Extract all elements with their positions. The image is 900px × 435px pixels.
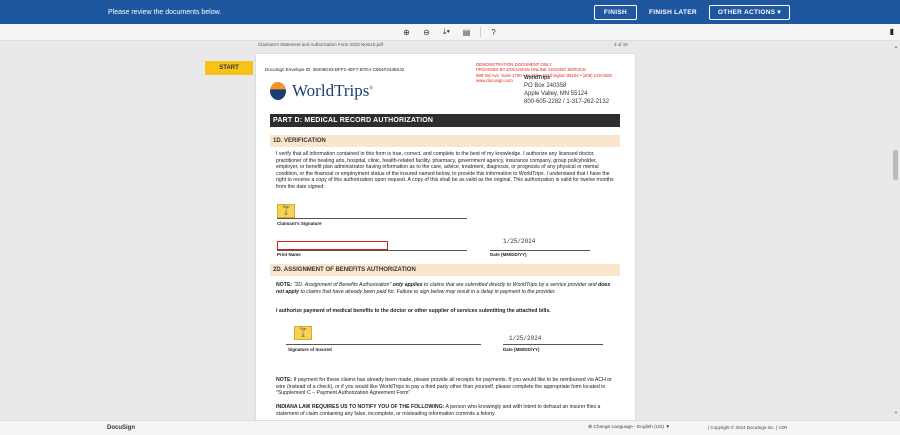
globe-icon bbox=[270, 82, 286, 100]
print-icon[interactable]: ▤ bbox=[462, 28, 472, 37]
print-name-line bbox=[277, 250, 467, 251]
docusign-logo: DocuSign bbox=[107, 425, 135, 431]
date-label-2: Date (MM/DD/YY) bbox=[503, 347, 540, 352]
finish-button[interactable]: FINISH bbox=[593, 4, 637, 20]
date-line-2 bbox=[503, 344, 603, 345]
scrollbar-track[interactable] bbox=[891, 41, 900, 419]
document-info-bar: Claimant's Statement and Authorization F… bbox=[0, 41, 900, 51]
download-arrow-icon: ⤓ bbox=[284, 209, 288, 216]
address-phone: 800-605-2282 / 1-317-262-2132 bbox=[524, 99, 610, 105]
worldtrips-logo: WorldTrips® bbox=[270, 81, 373, 101]
date-line-1 bbox=[490, 250, 590, 251]
print-name-input[interactable] bbox=[277, 241, 388, 250]
claimant-signature-line bbox=[277, 218, 467, 219]
finish-later-button[interactable]: FINISH LATER bbox=[637, 9, 709, 16]
scroll-up-icon[interactable]: ▲ bbox=[894, 44, 898, 49]
zoom-out-icon[interactable]: ⊖ bbox=[422, 28, 432, 37]
insured-sign-tag[interactable]: Sign ⤓ bbox=[294, 326, 312, 340]
copyright-text: | Copyright © 2024 DocuSign Inc. | V2R bbox=[708, 425, 788, 430]
scrollbar-thumb[interactable] bbox=[893, 150, 898, 180]
insured-signature-line bbox=[286, 344, 481, 345]
registered-mark: ® bbox=[369, 86, 374, 92]
insured-signature-label: Signature of Insured bbox=[288, 347, 332, 352]
top-action-bar: Please review the documents below. FINIS… bbox=[0, 0, 900, 24]
date-label-1: Date (MM/DD/YY) bbox=[490, 252, 527, 257]
address-line2: Apple Valley, MN 55124 bbox=[524, 91, 588, 97]
assignment-note: NOTE: "2D. Assignment of Benefits Author… bbox=[276, 282, 611, 295]
claimant-sign-tag[interactable]: Sign ⤓ bbox=[277, 204, 295, 218]
download-icon[interactable]: ⤓▾ bbox=[442, 27, 452, 37]
authorize-payment-text: I authorize payment of medical benefits … bbox=[276, 308, 551, 314]
envelope-id: DocuSign Envelope ID: 38406D33-BFF2-4EF7… bbox=[265, 67, 405, 72]
other-actions-button[interactable]: OTHER ACTIONS ▾ bbox=[708, 4, 790, 20]
page-counter: 3 of 10 bbox=[614, 42, 628, 47]
scroll-down-icon[interactable]: ▼ bbox=[894, 410, 898, 415]
date-field-1[interactable]: 1/25/2024 bbox=[503, 238, 535, 245]
toolbar-divider bbox=[479, 27, 481, 37]
review-message: Please review the documents below. bbox=[108, 8, 222, 16]
claimant-signature-label: Claimant's Signature bbox=[277, 221, 322, 226]
change-language-link[interactable]: ⊕ Change Language - English (US) ▼ bbox=[588, 425, 670, 430]
section-assignment-title: 2D. ASSIGNMENT OF BENEFITS AUTHORIZATION bbox=[270, 264, 620, 276]
payment-note: NOTE: If payment for these claims has al… bbox=[276, 377, 612, 396]
date-field-2[interactable]: 1/25/2024 bbox=[509, 335, 541, 342]
print-name-label: Print Name bbox=[277, 252, 301, 257]
footer: DocuSign ⊕ Change Language - English (US… bbox=[0, 420, 900, 435]
company-address: WorldTrips PO Box 240358 Apple Valley, M… bbox=[524, 74, 609, 106]
download-arrow-icon: ⤓ bbox=[301, 331, 305, 338]
indiana-law-notice: INDIANA LAW REQUIRES US TO NOTIFY YOU OF… bbox=[276, 404, 601, 417]
part-title: PART D: MEDICAL RECORD AUTHORIZATION bbox=[270, 114, 620, 127]
logo-text: WorldTrips® bbox=[292, 81, 374, 100]
document-page: DocuSign Envelope ID: 38406D33-BFF2-4EF7… bbox=[256, 54, 635, 420]
address-line1: PO Box 240358 bbox=[524, 83, 567, 89]
verification-text: I verify that all information contained … bbox=[276, 151, 614, 190]
section-verification-title: 1D. VERIFICATION bbox=[270, 135, 620, 147]
address-company: WorldTrips bbox=[524, 75, 551, 81]
page-thumbnails-icon[interactable]: ▮ bbox=[890, 27, 894, 36]
document-toolbar: ⊕ ⊖ ⤓▾ ▤ ? ▮ bbox=[0, 24, 900, 41]
help-icon[interactable]: ? bbox=[489, 28, 499, 37]
document-name: Claimant's Statement and Authorization F… bbox=[258, 42, 383, 47]
zoom-in-icon[interactable]: ⊕ bbox=[402, 28, 412, 37]
start-button[interactable]: START bbox=[205, 61, 253, 75]
